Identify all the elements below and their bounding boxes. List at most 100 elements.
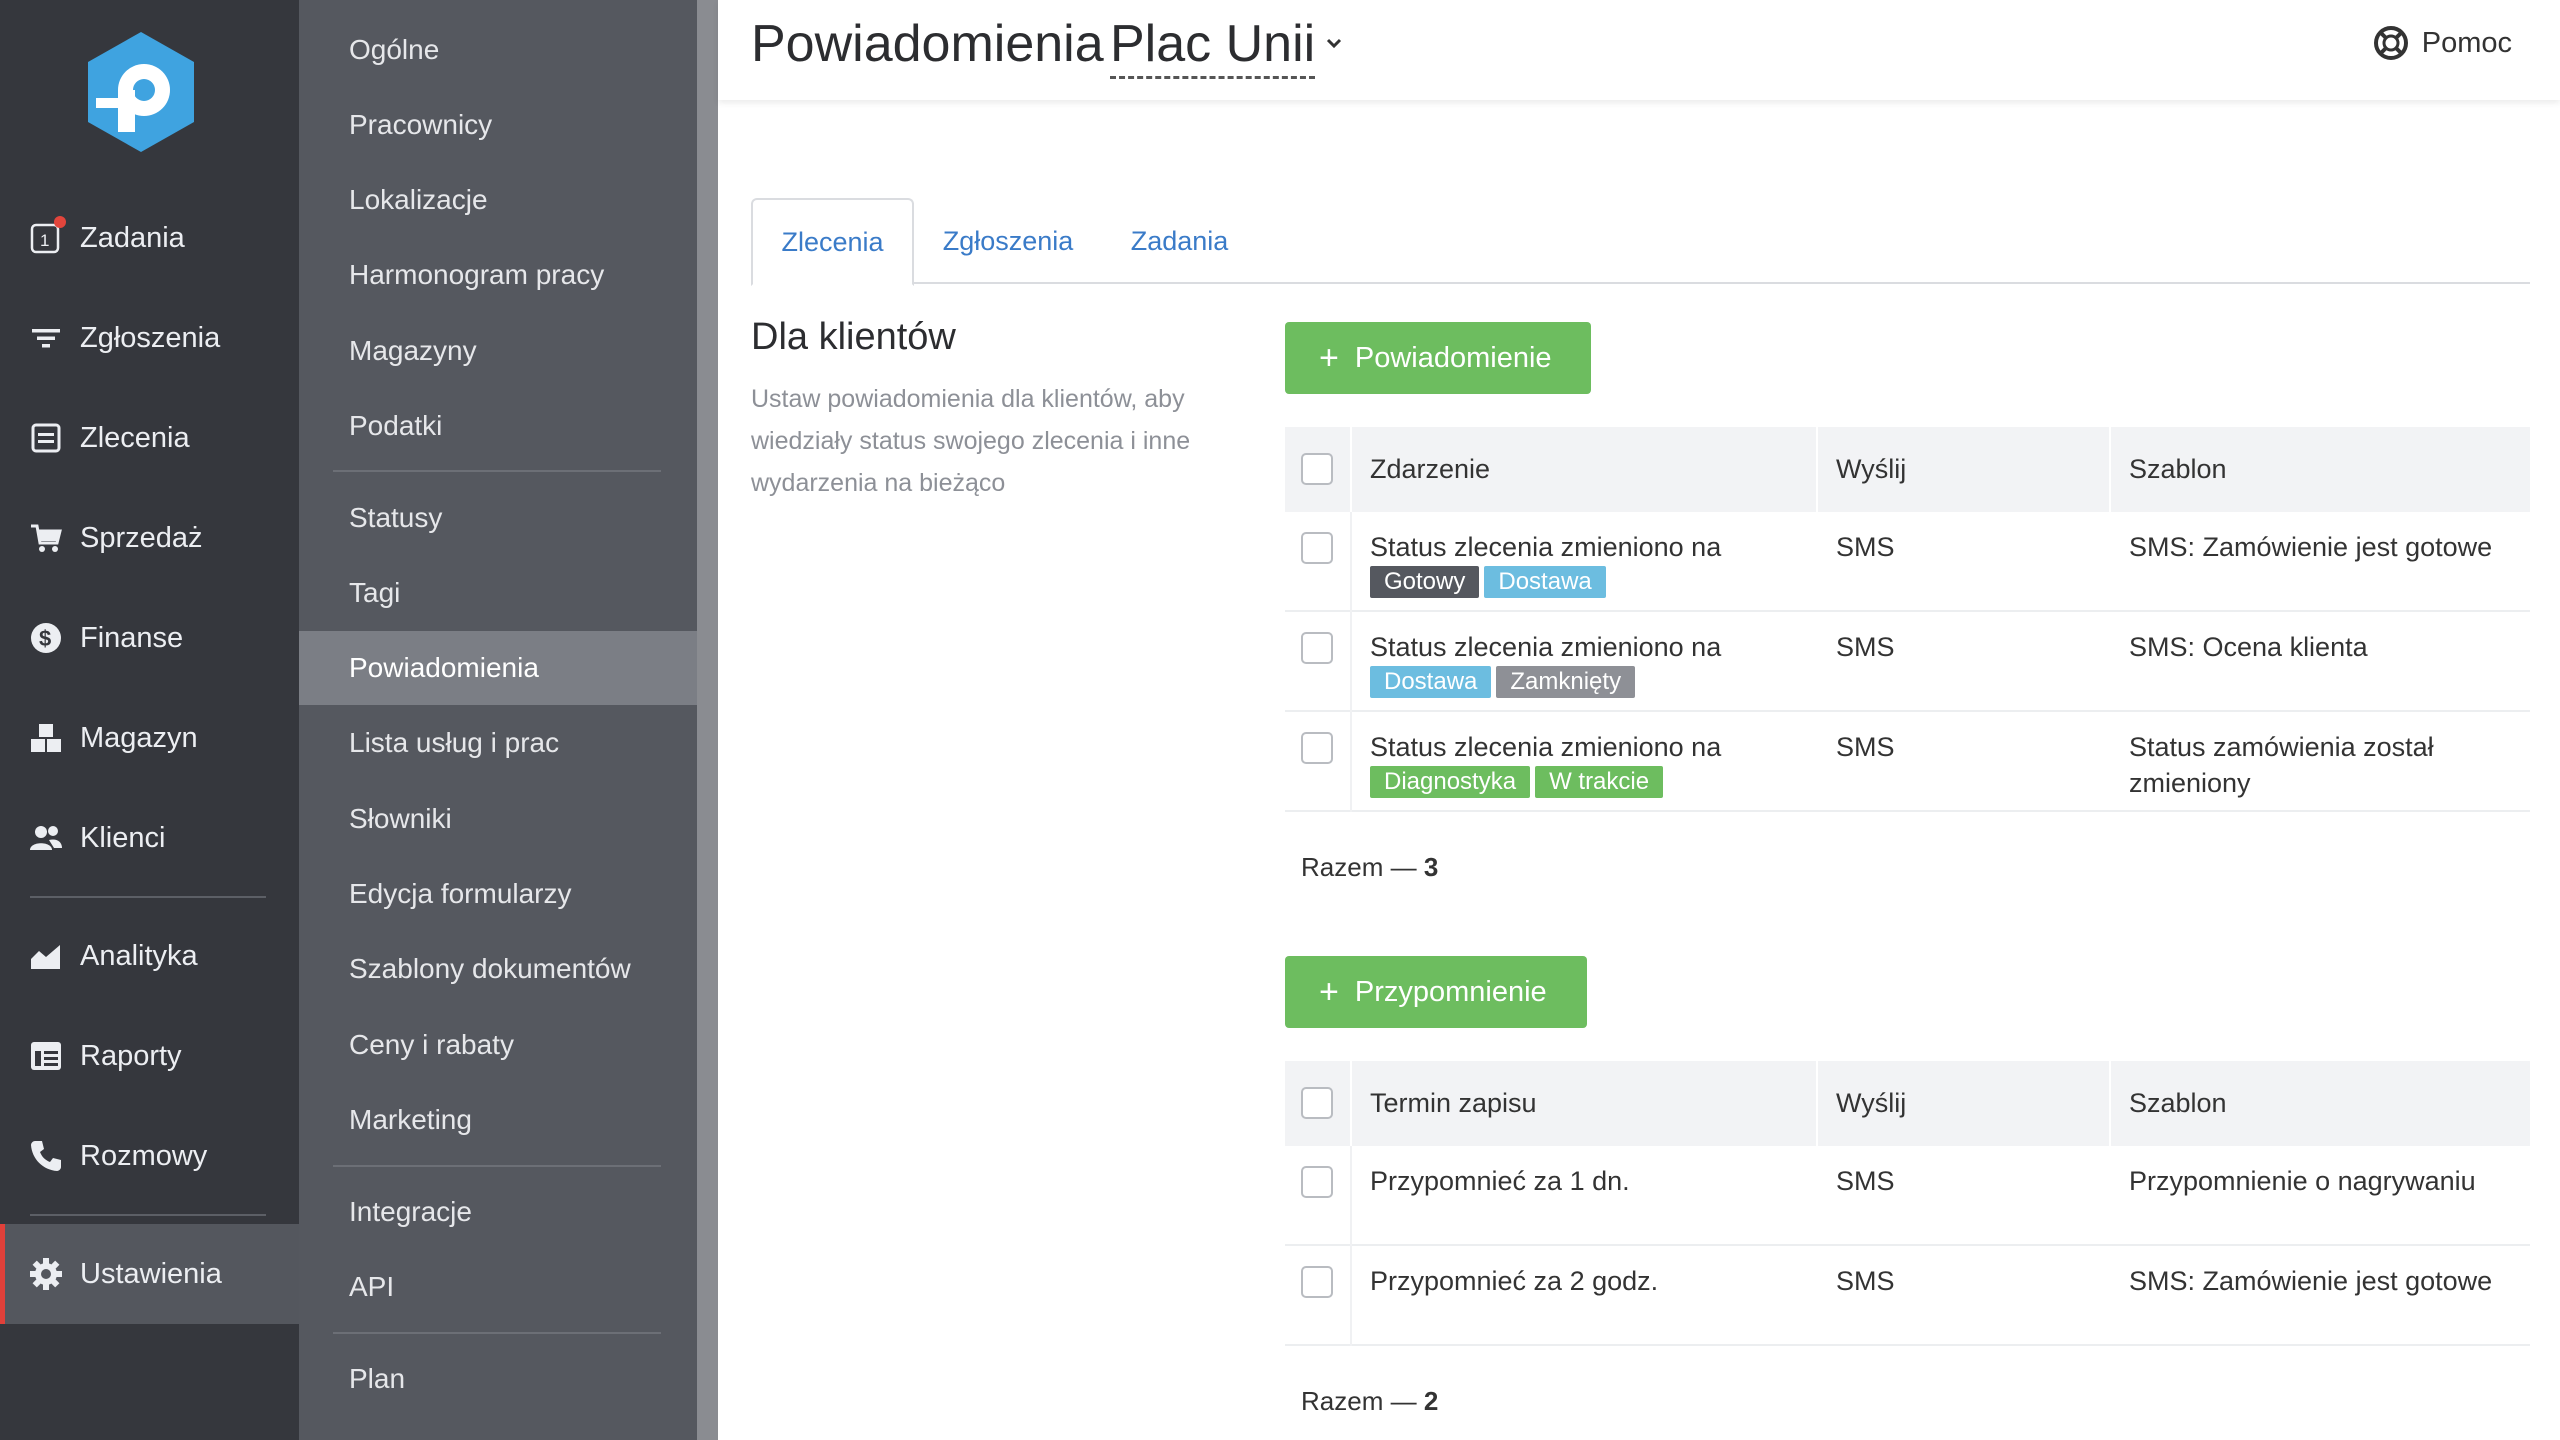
tab-zlecenia[interactable]: Zlecenia: [751, 198, 914, 286]
settings-item-integracje[interactable]: Integracje: [299, 1175, 697, 1249]
main-nav: 1 Zadania Zgłoszenia Zlecenia Sprzedaż $…: [0, 0, 299, 1440]
table-row[interactable]: Status zlecenia zmieniono na Diagnostyka…: [1285, 712, 2530, 812]
add-reminder-button[interactable]: + Przypomnienie: [1285, 956, 1587, 1028]
event-cell: Status zlecenia zmieniono na: [1370, 532, 1722, 562]
settings-item-podatki[interactable]: Podatki: [299, 389, 697, 463]
row-checkbox[interactable]: [1301, 732, 1333, 764]
settings-item-ogolne[interactable]: Ogólne: [299, 13, 697, 87]
status-tags: Diagnostyka W trakcie: [1370, 766, 1668, 798]
row-divider: [1350, 512, 1352, 612]
term-cell: Przypomnieć za 1 dn.: [1370, 1166, 1630, 1196]
column-divider: [2109, 427, 2111, 512]
status-tag: Gotowy: [1370, 566, 1480, 598]
settings-item-label: Tagi: [349, 577, 401, 608]
lifebuoy-icon: [2372, 24, 2410, 62]
add-notification-button[interactable]: + Powiadomienie: [1285, 322, 1591, 394]
boxes-icon: [28, 720, 64, 756]
nav-item-klienci[interactable]: Klienci: [0, 788, 299, 888]
settings-item-slowniki[interactable]: Słowniki: [299, 782, 697, 856]
settings-item-pracownicy[interactable]: Pracownicy: [299, 88, 697, 162]
settings-item-label: API: [349, 1271, 395, 1302]
nav-label: Rozmowy: [80, 1139, 208, 1172]
column-header-send[interactable]: Wyślij: [1836, 427, 1906, 512]
column-header-term[interactable]: Termin zapisu: [1370, 1061, 1537, 1146]
table-row[interactable]: Przypomnieć za 1 dn. SMS Przypomnienie o…: [1285, 1146, 2530, 1246]
status-tag: Dostawa: [1370, 666, 1492, 698]
send-cell: SMS: [1836, 1166, 1895, 1196]
nav-item-zgloszenia[interactable]: Zgłoszenia: [0, 288, 299, 388]
nav-label: Sprzedaż: [80, 521, 203, 554]
settings-item-statusy[interactable]: Statusy: [299, 481, 697, 555]
settings-divider: [333, 1165, 661, 1167]
row-divider: [1350, 612, 1352, 712]
tasks-icon: 1: [28, 216, 66, 256]
table-row[interactable]: Status zlecenia zmieniono na Gotowy Dost…: [1285, 512, 2530, 612]
nav-item-ustawienia[interactable]: Ustawienia: [0, 1224, 299, 1324]
event-cell: Status zlecenia zmieniono na: [1370, 632, 1722, 662]
app-logo[interactable]: [82, 28, 200, 156]
tab-zadania[interactable]: Zadania: [1102, 198, 1257, 284]
settings-item-label: Harmonogram pracy: [349, 259, 605, 290]
nav-item-analityka[interactable]: Analityka: [0, 906, 299, 1006]
row-checkbox[interactable]: [1301, 532, 1333, 564]
row-checkbox[interactable]: [1301, 1266, 1333, 1298]
status-tags: Gotowy Dostawa: [1370, 566, 1611, 598]
template-cell: SMS: Zamówienie jest gotowe: [2129, 1266, 2493, 1296]
svg-text:1: 1: [40, 231, 49, 250]
settings-item-label: Powiadomienia: [349, 652, 539, 683]
nav-item-zadania[interactable]: 1 Zadania: [0, 188, 299, 288]
settings-item-lista-uslug[interactable]: Lista usług i prac: [299, 706, 697, 780]
column-header-event[interactable]: Zdarzenie: [1370, 427, 1490, 512]
settings-divider: [333, 470, 661, 472]
column-header-send[interactable]: Wyślij: [1836, 1061, 1906, 1146]
row-divider: [1350, 712, 1352, 812]
nav-item-magazyn[interactable]: Magazyn: [0, 688, 299, 788]
select-all-checkbox[interactable]: [1301, 453, 1333, 485]
settings-item-harmonogram[interactable]: Harmonogram pracy: [299, 238, 697, 312]
plus-icon: +: [1319, 973, 1339, 1011]
page-header: Powiadomienia Plac Unii Pomoc: [718, 0, 2560, 100]
settings-item-ceny[interactable]: Ceny i rabaty: [299, 1008, 697, 1082]
settings-item-magazyny[interactable]: Magazyny: [299, 314, 697, 388]
template-cell: SMS: Zamówienie jest gotowe: [2129, 532, 2493, 562]
nav-label: Ustawienia: [80, 1257, 222, 1290]
total-count: 3: [1423, 852, 1439, 882]
settings-item-szablony[interactable]: Szablony dokumentów: [299, 932, 697, 1006]
settings-item-edycja-formularzy[interactable]: Edycja formularzy: [299, 857, 697, 931]
tab-zgloszenia[interactable]: Zgłoszenia: [914, 198, 1102, 284]
nav-item-sprzedaz[interactable]: Sprzedaż: [0, 488, 299, 588]
chevron-down-icon[interactable]: [1318, 28, 1350, 60]
submenu-scrollbar[interactable]: [697, 0, 718, 1440]
settings-item-plan[interactable]: Plan: [299, 1342, 697, 1416]
reminders-total: Razem — 2: [1301, 1386, 1438, 1417]
table-row[interactable]: Przypomnieć za 2 godz. SMS SMS: Zamówien…: [1285, 1246, 2530, 1346]
nav-item-finanse[interactable]: $ Finanse: [0, 588, 299, 688]
table-row[interactable]: Status zlecenia zmieniono na Dostawa Zam…: [1285, 612, 2530, 712]
settings-item-lokalizacje[interactable]: Lokalizacje: [299, 163, 697, 237]
row-checkbox[interactable]: [1301, 632, 1333, 664]
template-cell: Status zamówienia został zmieniony: [2129, 732, 2434, 798]
status-tag: Zamknięty: [1496, 666, 1636, 698]
settings-item-tagi[interactable]: Tagi: [299, 556, 697, 630]
settings-item-label: Lista usług i prac: [349, 727, 560, 758]
nav-label: Raporty: [80, 1039, 182, 1072]
cart-icon: [28, 520, 64, 556]
column-header-template[interactable]: Szablon: [2129, 427, 2227, 512]
settings-item-label: Ceny i rabaty: [349, 1029, 514, 1060]
settings-item-powiadomienia[interactable]: Powiadomienia: [299, 631, 697, 705]
settings-item-api[interactable]: API: [299, 1250, 697, 1324]
nav-label: Zadania: [80, 221, 185, 254]
nav-item-rozmowy[interactable]: Rozmowy: [0, 1106, 299, 1206]
nav-item-zlecenia[interactable]: Zlecenia: [0, 388, 299, 488]
settings-item-label: Ogólne: [349, 34, 440, 65]
settings-item-marketing[interactable]: Marketing: [299, 1083, 697, 1157]
section-title: Dla klientów: [751, 316, 956, 358]
nav-label: Analityka: [80, 939, 198, 972]
status-tag: Dostawa: [1484, 566, 1606, 598]
help-button[interactable]: Pomoc: [2372, 24, 2512, 62]
column-header-template[interactable]: Szablon: [2129, 1061, 2227, 1146]
row-checkbox[interactable]: [1301, 1166, 1333, 1198]
location-selector[interactable]: Plac Unii: [1110, 14, 1316, 79]
select-all-checkbox[interactable]: [1301, 1087, 1333, 1119]
nav-item-raporty[interactable]: Raporty: [0, 1006, 299, 1106]
